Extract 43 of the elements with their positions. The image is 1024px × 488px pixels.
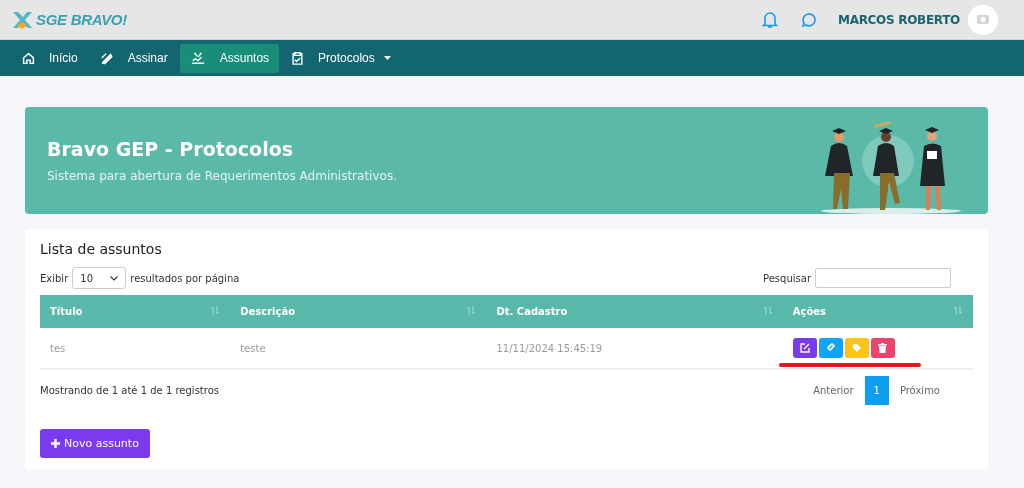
list-title: Lista de assuntos	[40, 241, 163, 257]
search-label: Pesquisar	[763, 272, 811, 284]
chat-icon[interactable]	[800, 11, 816, 28]
nav-item[interactable]: Início	[12, 43, 88, 73]
edit-button[interactable]	[792, 338, 817, 358]
banner-title: Bravo GEP - Protocolos	[47, 138, 295, 160]
delete-button[interactable]	[870, 338, 895, 358]
clipboard-icon	[291, 51, 305, 65]
table-cell: tes	[50, 342, 66, 354]
edit-icon	[799, 343, 810, 353]
table-cell: 11/11/2024 15:45:19	[496, 342, 603, 354]
tag-icon	[851, 343, 862, 353]
signature-icon	[189, 51, 206, 65]
chevron-icon	[110, 275, 119, 281]
brand-name: SGE BRAVO!	[36, 11, 127, 28]
trash-icon	[878, 343, 888, 353]
sort-icon[interactable]	[953, 306, 963, 317]
home-icon	[22, 51, 35, 65]
attach-button[interactable]	[818, 338, 843, 358]
plus-icon	[51, 439, 60, 448]
sort-icon[interactable]	[466, 306, 477, 317]
nav-item[interactable]: Assinar	[89, 43, 178, 73]
logo-icon	[11, 9, 33, 30]
pencil-icon	[99, 51, 114, 65]
page-button[interactable]: 1	[864, 376, 889, 405]
sort-icon[interactable]	[210, 306, 221, 317]
banner-subtitle: Sistema para abertura de Requerimentos Administrativos.	[47, 169, 398, 183]
bell-icon[interactable]	[762, 10, 778, 29]
show-label: Exibir	[40, 272, 69, 284]
next-link[interactable]: Próximo	[888, 385, 951, 396]
per-page-label: resultados por página	[130, 272, 240, 284]
paperclip-icon	[825, 343, 836, 353]
user-name[interactable]: MARCOS ROBERTO	[838, 12, 960, 27]
table-cell: teste	[240, 342, 266, 354]
sort-icon[interactable]	[762, 306, 773, 317]
add-subject-button[interactable]: Novo assunto	[40, 429, 150, 458]
previous-link[interactable]: Anterior	[802, 385, 865, 396]
search-field[interactable]	[815, 268, 951, 288]
nav-item[interactable]: Assuntos	[179, 43, 280, 73]
tag-button[interactable]	[844, 338, 869, 358]
nav-item[interactable]: Protocolos	[281, 43, 401, 73]
table-info: Mostrando de 1 até 1 de 1 registros	[40, 385, 219, 396]
page-size-select[interactable]: 10	[72, 267, 127, 289]
